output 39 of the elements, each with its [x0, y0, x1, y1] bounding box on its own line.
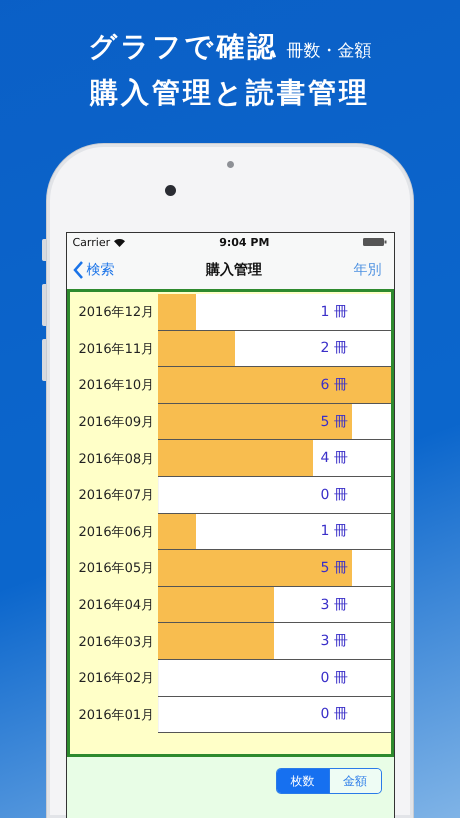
battery-icon: [363, 237, 388, 247]
headline-text: 購入管理と読書管理: [90, 75, 370, 111]
camera-icon: [164, 185, 176, 196]
count-label: 4 冊: [320, 449, 348, 468]
month-label: 2016年03月: [78, 634, 156, 652]
headline-title: グラフで確認: [88, 29, 278, 65]
count-label: 5 冊: [320, 412, 348, 431]
chevron-left-icon: [72, 261, 84, 279]
wifi-icon: [114, 238, 126, 246]
count-label: 0 冊: [320, 486, 348, 504]
segment-button[interactable]: 金額: [328, 769, 380, 793]
speaker-icon: [226, 161, 234, 168]
count-label: 5 冊: [320, 558, 348, 577]
count-label: 0 冊: [320, 705, 348, 724]
status-time: 9:04 PM: [219, 236, 270, 248]
month-label: 2016年02月: [78, 670, 156, 688]
count-label: 2 冊: [320, 339, 348, 358]
back-button[interactable]: 検索: [72, 261, 114, 279]
month-label: 2016年09月: [78, 414, 156, 432]
segment-button[interactable]: 枚数: [276, 769, 328, 793]
yearly-button[interactable]: 年別: [354, 261, 382, 279]
month-label: 2016年08月: [78, 450, 156, 469]
count-label: 6 冊: [320, 376, 348, 394]
month-label: 2016年10月: [78, 377, 156, 396]
count-label: 3 冊: [320, 632, 348, 650]
month-label: 2016年11月: [78, 340, 156, 359]
month-label: 2016年06月: [78, 524, 156, 542]
count-label: 1 冊: [320, 302, 348, 321]
nav-title: 購入管理: [206, 261, 262, 279]
month-label: 2016年12月: [78, 304, 156, 322]
headline-subtitle: 冊数・金額: [286, 40, 372, 62]
month-label: 2016年04月: [78, 597, 156, 616]
carrier-label: Carrier: [72, 236, 110, 248]
count-label: 1 冊: [320, 522, 348, 540]
count-label: 3 冊: [320, 596, 348, 614]
count-label: 0 冊: [320, 668, 348, 687]
month-label: 2016年07月: [78, 487, 156, 506]
month-label: 2016年01月: [78, 706, 156, 725]
month-label: 2016年05月: [78, 560, 156, 578]
